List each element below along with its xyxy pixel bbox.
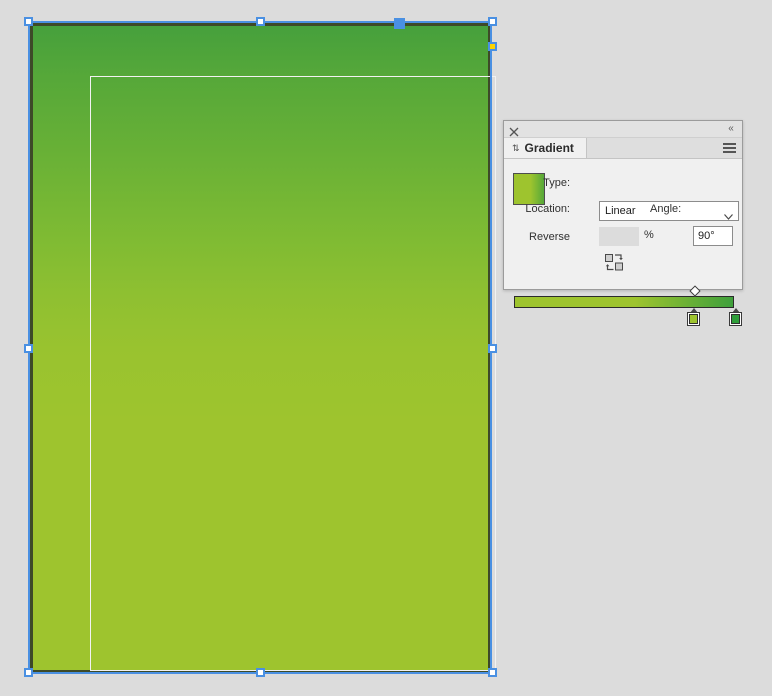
handle-bottom-right[interactable] <box>488 668 497 677</box>
type-label: Type: <box>543 177 570 189</box>
gradient-stop-1[interactable] <box>687 308 700 326</box>
panel-menu-icon[interactable] <box>723 143 736 153</box>
stop-color-chip <box>689 314 698 324</box>
location-label: Location: <box>525 203 570 215</box>
tab-toggle-icon: ⇅ <box>512 142 520 153</box>
handle-bottom-center[interactable] <box>256 668 265 677</box>
handle-bottom-left[interactable] <box>24 668 33 677</box>
close-icon[interactable] <box>509 124 519 137</box>
handle-middle-left[interactable] <box>24 344 33 353</box>
artwork-gradient-rectangle[interactable] <box>30 23 496 673</box>
reverse-label: Reverse <box>529 231 570 243</box>
handle-gradient-stop[interactable] <box>488 42 497 51</box>
handle-top-right[interactable] <box>488 17 497 26</box>
location-unit: % <box>644 229 654 241</box>
angle-label: Angle: <box>650 203 682 215</box>
stop-color-chip <box>731 314 740 324</box>
gradient-ramp[interactable] <box>514 296 734 308</box>
artwork-inner-outline <box>90 76 496 671</box>
gradient-panel[interactable]: « ⇅ Gradient Type: Linear Location: % An… <box>503 120 743 326</box>
location-input[interactable] <box>599 227 639 246</box>
chevron-down-icon <box>724 207 733 220</box>
angle-input[interactable]: 90° <box>693 226 733 246</box>
type-dropdown-value: Linear <box>605 205 636 217</box>
panel-title: Gradient <box>524 141 574 155</box>
gradient-slider[interactable] <box>514 285 742 326</box>
panel-top-bar: « <box>504 121 742 138</box>
handle-middle-right[interactable] <box>488 344 497 353</box>
handle-top-center[interactable] <box>256 17 265 26</box>
reverse-gradient-icon[interactable] <box>605 254 624 271</box>
collapse-panel-icon[interactable]: « <box>725 124 737 134</box>
handle-gradient-start[interactable] <box>394 18 405 29</box>
handle-top-left[interactable] <box>24 17 33 26</box>
panel-tab-bar: ⇅ Gradient <box>504 138 742 159</box>
canvas-area[interactable] <box>0 0 772 696</box>
gradient-stop-2[interactable] <box>729 308 742 326</box>
tab-gradient[interactable]: ⇅ Gradient <box>504 138 587 158</box>
gradient-panel-body: Type: Linear Location: % Angle: 90° Reve… <box>504 159 742 326</box>
